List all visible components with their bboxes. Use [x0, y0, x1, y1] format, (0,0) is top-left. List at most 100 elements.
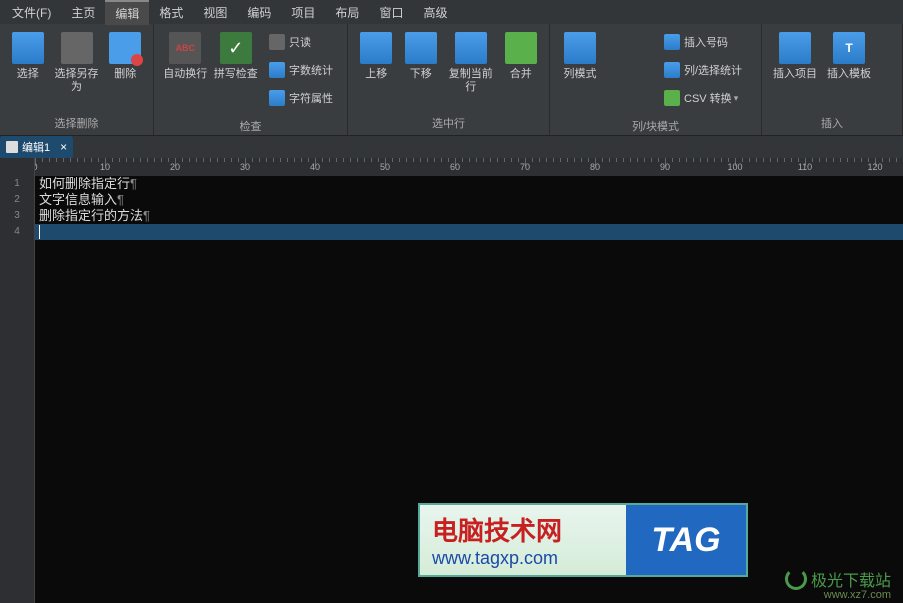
column-stats-label: 列/选择统计 [684, 62, 742, 78]
duplicate-label: 复制当前行 [445, 68, 497, 94]
menu-layout[interactable]: 布局 [325, 1, 369, 24]
tab-label: 编辑1 [22, 139, 50, 155]
line-number-gutter: 1 2 3 4 [0, 176, 35, 603]
watermark-xz7: 极光下载站 www.xz7.com [785, 567, 891, 591]
template-icon: T [833, 32, 865, 64]
insert-item-button[interactable]: 插入项目 [768, 28, 822, 85]
abc-icon: ABC [169, 32, 201, 64]
insert-item-icon [779, 32, 811, 64]
ribbon-group-column-mode: 列模式 插入号码 列/选择统计 CSV 转换▾ 列/块模式 [550, 24, 762, 135]
ribbon-group-check: ABC 自动换行 ✓ 拼写检查 只读 字数统计 字符属性 检查 [154, 24, 348, 135]
menu-encoding[interactable]: 编码 [237, 1, 281, 24]
delete-icon [109, 32, 141, 64]
line-number: 1 [0, 176, 34, 192]
chevron-down-icon: ▾ [734, 93, 739, 104]
text-line-current [35, 224, 903, 240]
menu-project[interactable]: 项目 [281, 1, 325, 24]
readonly-label: 只读 [289, 34, 311, 50]
text-cursor [39, 225, 40, 239]
watermark-title: 电脑技术网 [432, 511, 626, 548]
text-line: 文字信息输入¶ [35, 192, 903, 208]
auto-wrap-button[interactable]: ABC 自动换行 [160, 28, 211, 85]
delete-label: 删除 [114, 68, 136, 81]
insert-number-label: 插入号码 [684, 34, 728, 50]
spell-check-button[interactable]: ✓ 拼写检查 [211, 28, 262, 85]
csv-icon [664, 90, 680, 106]
group-label-check: 检查 [154, 116, 347, 138]
column-stats-button[interactable]: 列/选择统计 [660, 58, 746, 82]
watermark-tag-badge: TAG [626, 505, 746, 575]
line-number: 3 [0, 208, 34, 224]
tabbar: 编辑1 × [0, 136, 903, 158]
char-properties-button[interactable]: 字符属性 [265, 86, 337, 110]
move-down-label: 下移 [410, 68, 432, 81]
menu-advanced[interactable]: 高级 [413, 1, 457, 24]
select-button[interactable]: 选择 [6, 28, 49, 85]
watermark-url: www.tagxp.com [432, 548, 626, 569]
ribbon-group-selected-line: 上移 下移 复制当前行 合并 选中行 [348, 24, 550, 135]
watermark2-title: 极光下载站 [811, 567, 891, 591]
column-mode-button[interactable]: 列模式 [556, 28, 604, 85]
gutter-corner [0, 158, 35, 176]
select-label: 选择 [17, 68, 39, 81]
column-stats-icon [664, 62, 680, 78]
arrow-up-icon [360, 32, 392, 64]
save-selection-icon [61, 32, 93, 64]
menu-file[interactable]: 文件(F) [2, 1, 61, 24]
save-selection-label: 选择另存为 [51, 68, 101, 94]
menu-format[interactable]: 格式 [149, 1, 193, 24]
watermark-tagxp: 电脑技术网 www.tagxp.com TAG [418, 503, 748, 577]
column-icon [564, 32, 596, 64]
menu-window[interactable]: 窗口 [369, 1, 413, 24]
merge-icon [505, 32, 537, 64]
text-line: 删除指定行的方法¶ [35, 208, 903, 224]
insert-template-button[interactable]: T插入模板 [822, 28, 876, 85]
swirl-icon [785, 568, 807, 590]
menu-edit[interactable]: 编辑 [105, 0, 149, 25]
ruler: 0102030405060708090100110120 [35, 158, 903, 176]
tab-close-icon[interactable]: × [60, 140, 67, 154]
menu-view[interactable]: 视图 [193, 1, 237, 24]
group-label-selected-line: 选中行 [348, 113, 549, 135]
char-props-label: 字符属性 [289, 90, 333, 106]
ribbon-group-insert: 插入项目 T插入模板 插入 [762, 24, 903, 135]
word-count-button[interactable]: 字数统计 [265, 58, 337, 82]
auto-wrap-label: 自动换行 [163, 68, 207, 81]
menu-home[interactable]: 主页 [61, 1, 105, 24]
move-up-button[interactable]: 上移 [354, 28, 398, 85]
word-count-label: 字数统计 [289, 62, 333, 78]
word-count-icon [269, 62, 285, 78]
select-icon [12, 32, 44, 64]
document-tab[interactable]: 编辑1 × [0, 136, 73, 158]
line-number: 2 [0, 192, 34, 208]
insert-item-label: 插入项目 [773, 68, 817, 81]
group-label-column-mode: 列/块模式 [550, 116, 761, 138]
readonly-icon [269, 34, 285, 50]
spell-check-label: 拼写检查 [214, 68, 258, 81]
csv-convert-button[interactable]: CSV 转换▾ [660, 86, 746, 110]
readonly-button[interactable]: 只读 [265, 30, 337, 54]
file-icon [6, 141, 18, 153]
duplicate-line-button[interactable]: 复制当前行 [443, 28, 499, 98]
duplicate-icon [455, 32, 487, 64]
line-number: 4 [0, 224, 34, 240]
insert-number-icon [664, 34, 680, 50]
menubar: 文件(F) 主页 编辑 格式 视图 编码 项目 布局 窗口 高级 [0, 0, 903, 24]
arrow-down-icon [405, 32, 437, 64]
save-selection-as-button[interactable]: 选择另存为 [49, 28, 103, 98]
group-label-select-delete: 选择删除 [0, 113, 153, 135]
char-props-icon [269, 90, 285, 106]
check-icon: ✓ [220, 32, 252, 64]
watermark2-url: www.xz7.com [824, 589, 891, 601]
move-down-button[interactable]: 下移 [398, 28, 442, 85]
ribbon-group-select-delete: 选择 选择另存为 删除 选择删除 [0, 24, 154, 135]
csv-convert-label: CSV 转换 [684, 90, 732, 106]
ribbon: 选择 选择另存为 删除 选择删除 ABC 自动换行 ✓ 拼写检查 [0, 24, 903, 136]
column-mode-label: 列模式 [564, 68, 597, 81]
merge-button[interactable]: 合并 [499, 28, 543, 85]
insert-number-button[interactable]: 插入号码 [660, 30, 746, 54]
group-label-insert: 插入 [762, 113, 902, 135]
delete-button[interactable]: 删除 [104, 28, 147, 85]
merge-label: 合并 [510, 68, 532, 81]
move-up-label: 上移 [365, 68, 387, 81]
